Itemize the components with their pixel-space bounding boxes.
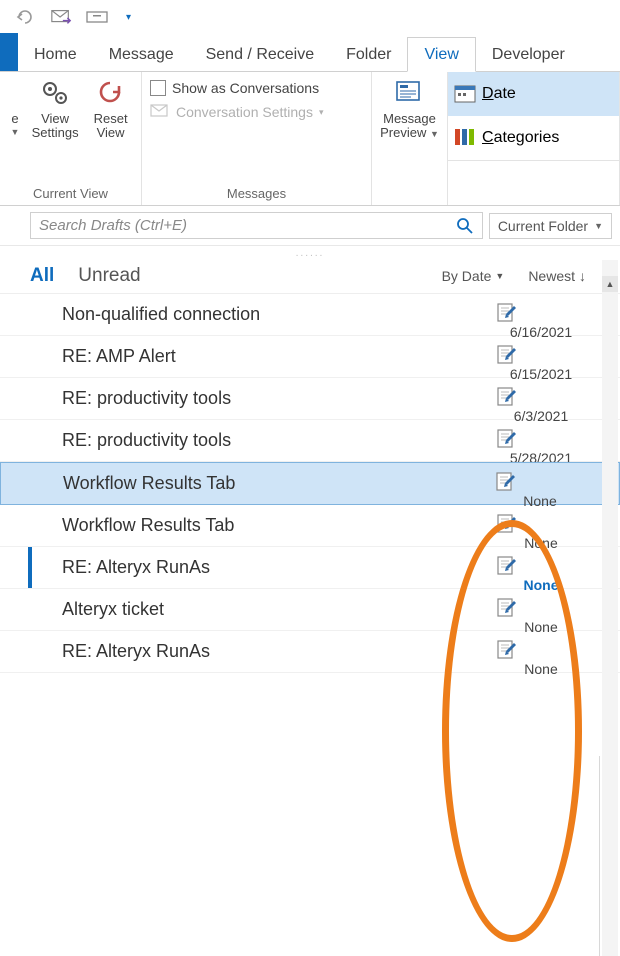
- message-row[interactable]: Non-qualified connection 6/16/2021: [0, 294, 620, 336]
- search-box[interactable]: [30, 212, 483, 239]
- change-view-label-frag: e: [11, 112, 18, 126]
- group-messages: Show as Conversations Conversation Setti…: [142, 72, 372, 205]
- search-scope-label: Current Folder: [498, 218, 588, 234]
- gears-icon: [40, 78, 70, 108]
- draft-icon: [496, 302, 586, 322]
- message-row[interactable]: Alteryx ticket None: [0, 589, 620, 631]
- message-row[interactable]: RE: productivity tools 5/28/2021: [0, 420, 620, 462]
- message-row[interactable]: Workflow Results Tab None: [0, 462, 620, 505]
- send-all-icon[interactable]: [50, 6, 72, 28]
- pane-border: [599, 756, 600, 956]
- group-arrangement: Date Categories: [448, 72, 620, 205]
- caret-down-icon: ▼: [11, 128, 20, 138]
- arrange-by-date[interactable]: Date: [448, 72, 619, 116]
- message-row[interactable]: RE: productivity tools 6/3/2021: [0, 378, 620, 420]
- message-date: None: [496, 661, 586, 677]
- show-as-conversations-checkbox[interactable]: Show as Conversations: [148, 76, 365, 100]
- message-row[interactable]: RE: Alteryx RunAs None: [0, 631, 620, 673]
- group-message-preview: Message Preview ▼: [372, 72, 448, 205]
- view-settings-button[interactable]: View Settings: [26, 76, 84, 141]
- archive-icon[interactable]: [86, 6, 108, 28]
- draft-icon: [496, 639, 586, 659]
- view-settings-label-1: View: [41, 112, 69, 126]
- group-label-preview: [378, 199, 441, 203]
- reset-view-button[interactable]: Reset View: [86, 76, 135, 141]
- message-preview-label-1: Message: [383, 112, 436, 126]
- categories-icon: [454, 127, 476, 149]
- group-current-view: e ▼ View Settings Reset View Current Vie…: [0, 72, 142, 205]
- message-row[interactable]: RE: Alteryx RunAs None: [0, 547, 620, 589]
- tab-developer[interactable]: Developer: [476, 38, 581, 71]
- qat-customize-caret[interactable]: ▾: [122, 12, 131, 23]
- message-list: Non-qualified connection 6/16/2021 RE: A…: [0, 293, 620, 673]
- undo-icon[interactable]: [14, 6, 36, 28]
- draft-icon: [496, 428, 586, 448]
- message-row[interactable]: RE: AMP Alert 6/15/2021: [0, 336, 620, 378]
- draft-icon: [496, 386, 586, 406]
- draft-icon: [496, 555, 586, 575]
- arrange-by-categories[interactable]: Categories: [448, 116, 619, 160]
- caret-down-icon: ▼: [594, 221, 603, 231]
- tab-view[interactable]: View: [407, 37, 475, 72]
- caret-down-icon: ▾: [319, 107, 324, 118]
- checkbox-icon: [150, 80, 166, 96]
- scroll-up-button[interactable]: ▲: [602, 276, 618, 292]
- filter-unread[interactable]: Unread: [78, 265, 140, 287]
- scrollbar-track[interactable]: [602, 260, 618, 956]
- change-view-edge[interactable]: e ▼: [6, 76, 24, 138]
- draft-icon: [496, 597, 586, 617]
- conversation-settings-label: Conversation Settings: [176, 104, 313, 120]
- conversation-icon: [150, 104, 170, 120]
- group-label-messages: Messages: [148, 184, 365, 203]
- view-settings-label-2: Settings: [32, 126, 79, 140]
- show-as-conversations-label: Show as Conversations: [172, 80, 319, 96]
- reset-icon: [96, 78, 126, 108]
- conversation-settings-button: Conversation Settings ▾: [148, 100, 365, 124]
- draft-icon: [496, 513, 586, 533]
- tab-folder[interactable]: Folder: [330, 38, 407, 71]
- preview-icon: [395, 78, 425, 108]
- reset-view-label-2: View: [97, 126, 125, 140]
- sort-newest[interactable]: Newest ↓: [528, 268, 586, 284]
- tab-home[interactable]: Home: [18, 38, 93, 71]
- ribbon: e ▼ View Settings Reset View Current Vie…: [0, 72, 620, 206]
- search-scope-dropdown[interactable]: Current Folder ▼: [489, 213, 612, 239]
- group-label-current-view: Current View: [6, 184, 135, 203]
- tab-file-edge[interactable]: [0, 33, 18, 71]
- search-input[interactable]: [31, 213, 448, 238]
- tab-message[interactable]: Message: [93, 38, 190, 71]
- quick-access-toolbar: ▾: [0, 0, 620, 34]
- message-row[interactable]: Workflow Results Tab None: [0, 505, 620, 547]
- draft-icon: [495, 471, 585, 491]
- caret-down-icon: ▼: [430, 129, 439, 139]
- calendar-icon: [454, 83, 476, 105]
- search-bar: Current Folder ▼: [0, 206, 620, 246]
- reset-view-label-1: Reset: [94, 112, 128, 126]
- search-icon[interactable]: [448, 217, 482, 235]
- arrange-date-label: Date: [482, 85, 516, 103]
- sort-by-date[interactable]: By Date ▼: [442, 268, 505, 284]
- message-preview-button[interactable]: Message Preview ▼: [378, 76, 441, 141]
- draft-icon: [496, 344, 586, 364]
- arrange-categories-label: Categories: [482, 129, 559, 147]
- filter-all[interactable]: All: [30, 265, 54, 287]
- resize-grip[interactable]: ∙∙∙∙∙∙: [0, 246, 620, 265]
- ribbon-tabs: Home Message Send / Receive Folder View …: [0, 34, 620, 72]
- filter-row: All Unread By Date ▼ Newest ↓: [0, 265, 620, 293]
- tab-send-receive[interactable]: Send / Receive: [190, 38, 331, 71]
- message-preview-label-2: Preview: [380, 125, 426, 140]
